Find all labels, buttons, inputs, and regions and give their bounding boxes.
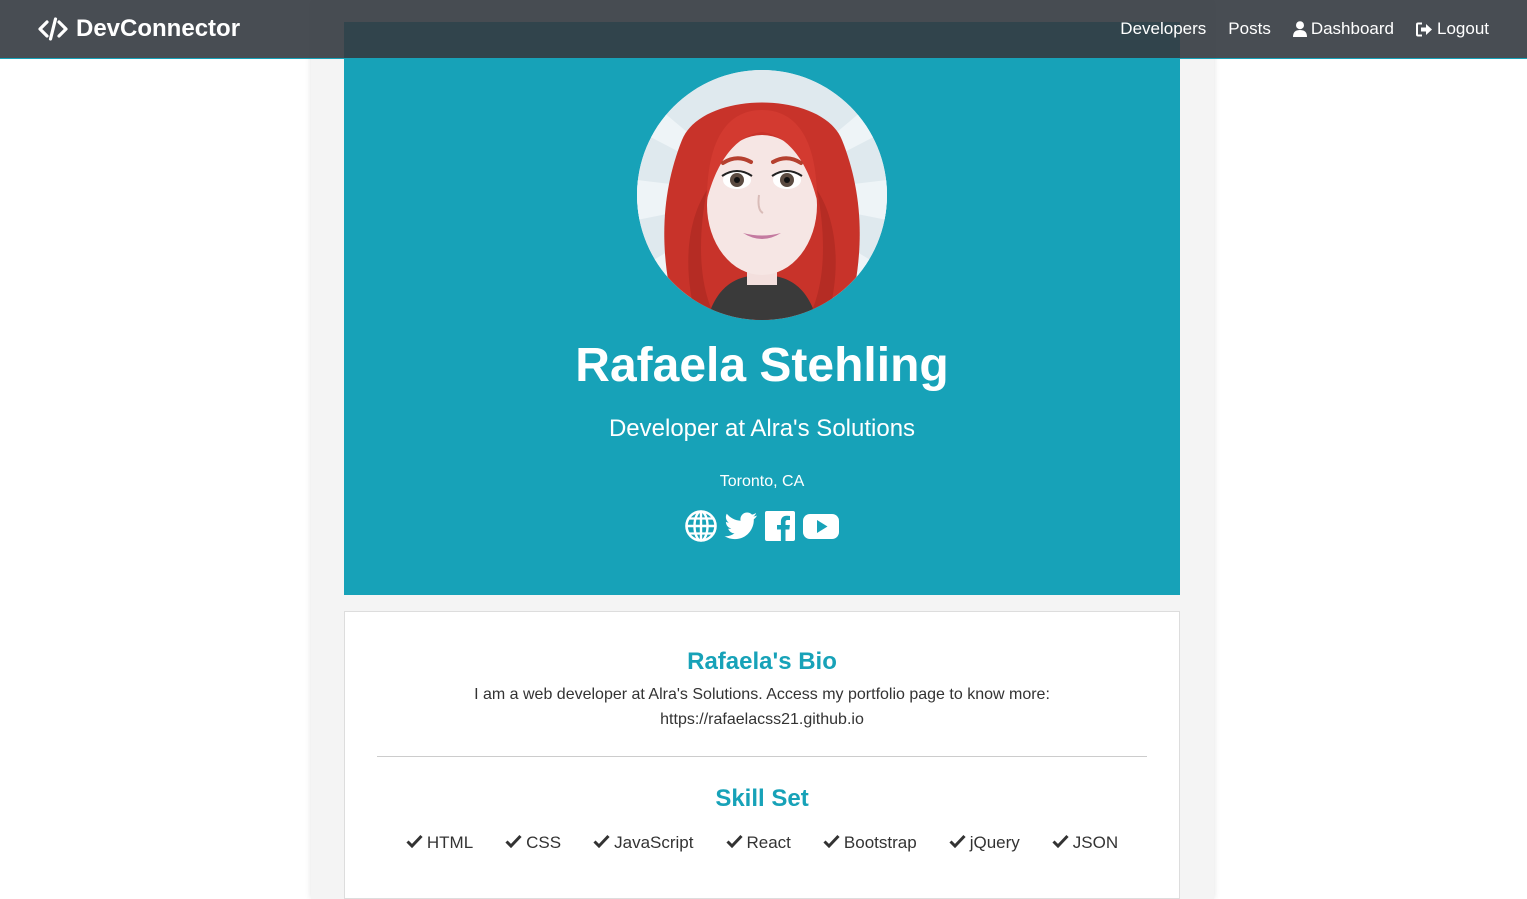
check-icon (505, 833, 522, 853)
brand-link[interactable]: DevConnector (38, 15, 240, 43)
skill-item: JSON (1052, 833, 1118, 853)
nav-logout-link[interactable]: Logout (1416, 19, 1489, 39)
skill-label: JSON (1072, 833, 1119, 852)
skill-label: jQuery (969, 833, 1020, 852)
social-links (684, 510, 840, 542)
globe-icon[interactable] (684, 510, 718, 542)
check-icon (823, 833, 840, 853)
brand-label: DevConnector (76, 15, 241, 42)
youtube-icon[interactable] (802, 510, 840, 542)
twitter-icon[interactable] (724, 510, 758, 542)
skill-item: HTML (406, 833, 473, 853)
skill-label: CSS (526, 833, 562, 852)
check-icon (593, 833, 610, 853)
skill-label: HTML (426, 833, 474, 852)
facebook-icon[interactable] (764, 510, 796, 542)
check-icon (725, 833, 743, 853)
profile-status: Developer at Alra's Solutions (608, 415, 916, 442)
code-icon (38, 17, 68, 41)
bio-text: I am a web developer at Alra's Solutions… (474, 686, 1050, 728)
skill-item: JavaScript (593, 833, 694, 853)
profile-name: Rafaela Stehling (575, 339, 949, 392)
skill-item: CSS (505, 833, 561, 853)
nav-developers-label: Developers (1120, 19, 1207, 38)
avatar (637, 70, 887, 320)
sign-out-icon (1416, 22, 1433, 37)
skill-item: jQuery (949, 833, 1020, 853)
skills-title: Skill Set (715, 785, 809, 812)
nav-links: Developers Posts Dashboard Logout (1120, 19, 1489, 39)
nav-dashboard-label: Dashboard (1310, 19, 1394, 38)
user-icon (1292, 21, 1307, 37)
check-icon (406, 833, 423, 853)
nav-logout-label: Logout (1437, 19, 1489, 38)
skill-item: React (725, 833, 791, 853)
navbar: DevConnector Developers Posts Dashboard (0, 0, 1527, 59)
skill-item: Bootstrap (823, 833, 917, 853)
skill-label: React (746, 833, 791, 852)
nav-developers-link[interactable]: Developers (1120, 19, 1206, 39)
skills-list: HTML CSS JavaScript React Bootstrap jQue… (377, 833, 1147, 853)
nav-posts-link[interactable]: Posts (1228, 19, 1271, 39)
skill-label: JavaScript (614, 833, 694, 852)
check-icon (949, 833, 966, 853)
nav-posts-label: Posts (1228, 19, 1271, 38)
divider (377, 756, 1147, 757)
bio-title: Rafaela's Bio (687, 648, 837, 675)
nav-dashboard-link[interactable]: Dashboard (1292, 19, 1394, 39)
profile-about: Rafaela's Bio I am a web developer at Al… (344, 611, 1180, 899)
profile-location: Toronto, CA (719, 473, 805, 490)
check-icon (1052, 833, 1069, 853)
profile-header: Rafaela Stehling Developer at Alra's Sol… (344, 22, 1180, 595)
skill-label: Bootstrap (843, 833, 917, 852)
